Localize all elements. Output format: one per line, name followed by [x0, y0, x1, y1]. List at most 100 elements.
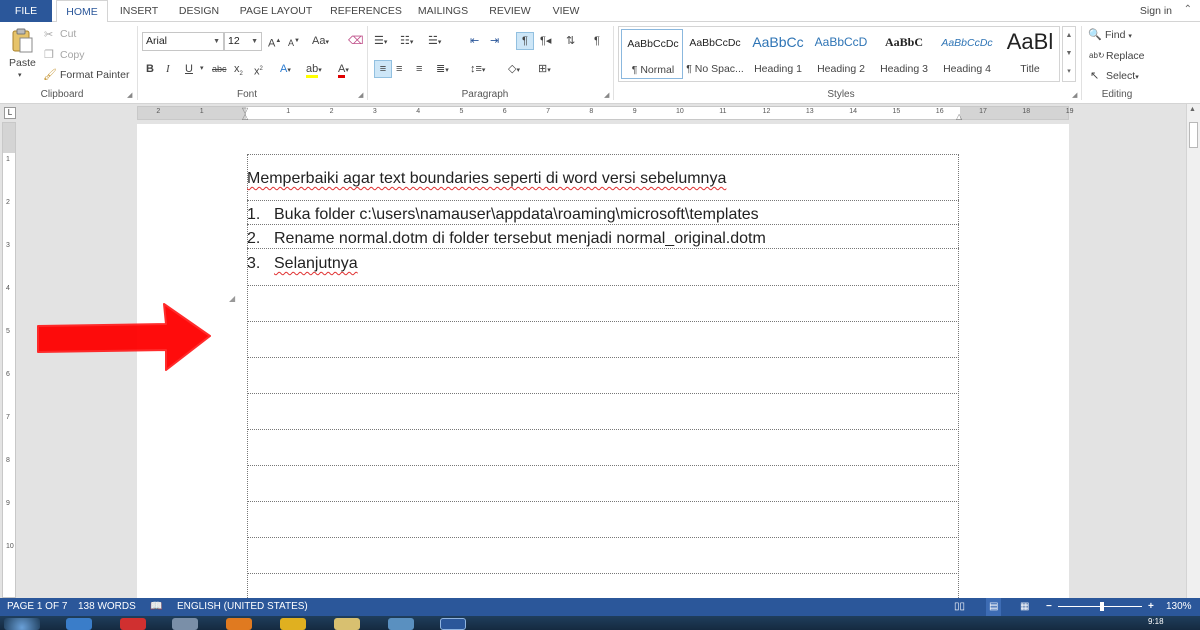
tab-review[interactable]: REVIEW: [482, 0, 538, 22]
tab-view[interactable]: VIEW: [544, 0, 588, 22]
taskbar-app-icon[interactable]: [280, 618, 306, 630]
word-count[interactable]: 138 WORDS: [78, 598, 136, 616]
scrollbar-thumb[interactable]: [1189, 122, 1198, 148]
show-hide-marks-icon[interactable]: ¶: [594, 34, 600, 48]
select-button[interactable]: Select▾: [1106, 70, 1139, 82]
multilevel-list-icon[interactable]: ☱▾: [428, 34, 441, 50]
strikethrough-icon[interactable]: abc: [212, 62, 227, 76]
chevron-up-icon[interactable]: ▲: [1063, 27, 1075, 45]
list-item[interactable]: 3. Selanjutnya: [247, 255, 358, 273]
page-count[interactable]: PAGE 1 OF 7: [7, 598, 67, 616]
superscript-icon[interactable]: x2: [254, 62, 263, 79]
style-no-spacing[interactable]: AaBbCcDc ¶ No Spac...: [684, 29, 746, 79]
align-right-icon[interactable]: ≡: [416, 62, 422, 76]
sign-in-link[interactable]: Sign in: [1140, 0, 1172, 22]
left-to-right-icon[interactable]: ¶: [516, 32, 534, 50]
zoom-in-button[interactable]: +: [1148, 598, 1154, 616]
web-layout-icon[interactable]: ▦: [1020, 598, 1029, 616]
taskbar-app-icon[interactable]: [172, 618, 198, 630]
replace-button[interactable]: Replace: [1106, 50, 1145, 62]
text-effects-icon[interactable]: A▾: [280, 62, 291, 78]
language-indicator[interactable]: ENGLISH (UNITED STATES): [177, 598, 308, 616]
borders-icon[interactable]: ⊞▾: [538, 62, 551, 78]
clipboard-launcher-icon[interactable]: ◢: [127, 91, 132, 99]
tab-mailings[interactable]: MAILINGS: [410, 0, 476, 22]
find-button[interactable]: Find ▾: [1105, 29, 1132, 41]
align-left-icon[interactable]: ≡: [374, 60, 392, 78]
align-center-icon[interactable]: ≡: [396, 62, 402, 76]
paste-button[interactable]: Paste: [9, 57, 36, 69]
chevron-down-icon[interactable]: ▼: [1063, 45, 1075, 63]
style-heading-1[interactable]: AaBbCc Heading 1: [747, 29, 809, 79]
tab-insert[interactable]: INSERT: [112, 0, 166, 22]
underline-icon[interactable]: U: [185, 62, 193, 76]
vertical-ruler[interactable]: 1 2 3 4 5 6 7 8 9 10: [2, 122, 16, 598]
collapse-ribbon-icon[interactable]: ⌃: [1184, 4, 1192, 15]
increase-indent-icon[interactable]: ⇥: [490, 34, 499, 48]
font-color-icon[interactable]: A▾: [338, 62, 349, 78]
document-page[interactable]: ◢ Memperbaiki agar text boundaries seper…: [137, 124, 1069, 614]
highlight-icon[interactable]: ab▾: [306, 62, 322, 78]
document-heading[interactable]: Memperbaiki agar text boundaries seperti…: [247, 170, 726, 188]
start-button-icon[interactable]: [4, 618, 40, 630]
shrink-font-icon[interactable]: A▼: [288, 34, 300, 50]
right-to-left-icon[interactable]: ¶◂: [540, 34, 551, 48]
list-item[interactable]: 2. Rename normal.dotm di folder tersebut …: [247, 230, 766, 248]
italic-icon[interactable]: I: [166, 62, 170, 76]
shading-icon[interactable]: ◇▾: [508, 62, 520, 78]
sort-icon[interactable]: ⇅: [566, 34, 575, 48]
print-layout-icon[interactable]: ▤: [986, 598, 1002, 616]
tab-references[interactable]: REFERENCES: [326, 0, 406, 22]
styles-gallery-scroll[interactable]: ▲ ▼ ▾: [1062, 26, 1076, 82]
paste-icon[interactable]: [10, 28, 34, 54]
hanging-indent-marker[interactable]: △: [242, 112, 248, 121]
zoom-out-button[interactable]: −: [1046, 598, 1052, 616]
font-name-dropdown[interactable]: Arial ▼: [142, 32, 224, 51]
underline-dropdown-icon[interactable]: ▾: [200, 62, 204, 76]
tab-selector-icon[interactable]: L: [4, 107, 16, 119]
bold-icon[interactable]: B: [146, 62, 154, 76]
copy-button[interactable]: Copy: [60, 49, 85, 61]
subscript-icon[interactable]: x2: [234, 62, 243, 81]
taskbar-word-icon[interactable]: [440, 618, 466, 630]
paste-dropdown-icon[interactable]: ▾: [18, 71, 22, 79]
vertical-scrollbar[interactable]: ▲: [1186, 104, 1200, 598]
grow-font-icon[interactable]: A▲: [268, 34, 281, 51]
scroll-up-icon[interactable]: ▲: [1189, 106, 1196, 113]
clear-formatting-icon[interactable]: ⌫: [348, 34, 364, 48]
list-item[interactable]: 1. Buka folder c:\users\namauser\appdata\…: [247, 206, 759, 224]
zoom-level[interactable]: 130%: [1166, 598, 1192, 616]
taskbar-app-icon[interactable]: [334, 618, 360, 630]
style-heading-2[interactable]: AaBbCcD Heading 2: [810, 29, 872, 79]
right-indent-marker[interactable]: △: [956, 112, 962, 121]
font-size-dropdown[interactable]: 12 ▼: [224, 32, 262, 51]
tab-file[interactable]: FILE: [0, 0, 52, 22]
style-heading-3[interactable]: AaBbC Heading 3: [873, 29, 935, 79]
proofing-icon[interactable]: 📖: [150, 598, 162, 616]
styles-launcher-icon[interactable]: ◢: [1072, 91, 1077, 99]
paragraph-launcher-icon[interactable]: ◢: [604, 91, 609, 99]
line-spacing-icon[interactable]: ↕≡▾: [470, 62, 485, 78]
bullets-icon[interactable]: ☰▾: [374, 34, 387, 50]
taskbar-app-icon[interactable]: [120, 618, 146, 630]
taskbar-app-icon[interactable]: [66, 618, 92, 630]
format-painter-button[interactable]: Format Painter: [60, 69, 129, 81]
taskbar-app-icon[interactable]: [226, 618, 252, 630]
change-case-icon[interactable]: Aa▾: [312, 34, 329, 50]
font-launcher-icon[interactable]: ◢: [358, 91, 363, 99]
tab-page-layout[interactable]: PAGE LAYOUT: [232, 0, 320, 22]
tab-design[interactable]: DESIGN: [170, 0, 228, 22]
horizontal-ruler[interactable]: 2 1 1 2 3 4 5 6 7 8 9 10 11 12 13 14 15 16 17 18 19 ▽ △ △: [137, 106, 1073, 121]
taskbar-app-icon[interactable]: [388, 618, 414, 630]
decrease-indent-icon[interactable]: ⇤: [470, 34, 479, 48]
tab-home[interactable]: HOME: [56, 0, 108, 23]
justify-icon[interactable]: ≣▾: [436, 62, 449, 78]
read-mode-icon[interactable]: ▯▯: [954, 598, 965, 616]
more-styles-icon[interactable]: ▾: [1063, 63, 1075, 81]
zoom-slider-thumb[interactable]: [1100, 602, 1104, 611]
cut-button[interactable]: Cut: [60, 28, 76, 40]
style-normal[interactable]: AaBbCcDc ¶ Normal: [621, 29, 683, 79]
style-title[interactable]: AaBl Title: [999, 29, 1061, 79]
style-heading-4[interactable]: AaBbCcDc Heading 4: [936, 29, 998, 79]
numbering-icon[interactable]: ☷▾: [400, 34, 413, 50]
